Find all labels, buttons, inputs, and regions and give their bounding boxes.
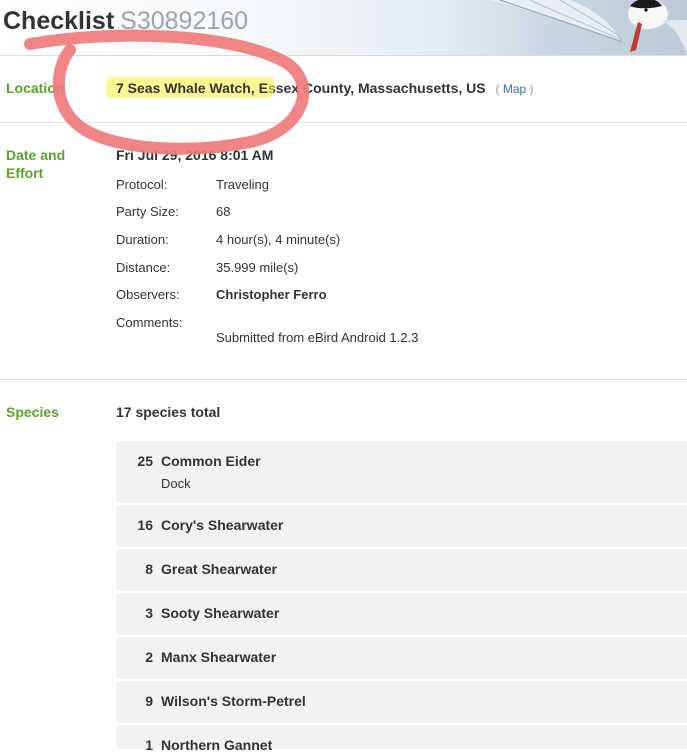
map-link[interactable]: Map xyxy=(503,82,526,96)
title-word: Checklist xyxy=(3,7,115,35)
effort-row-protocol: Protocol: Traveling xyxy=(116,177,269,192)
location-name-rest: ssex County, Massachusetts, US xyxy=(267,80,486,96)
species-name[interactable]: Wilson's Storm-Petrel xyxy=(161,693,306,709)
species-label: Species xyxy=(6,404,59,420)
species-name[interactable]: Common Eider xyxy=(161,453,261,469)
species-row[interactable]: 8 Great Shearwater xyxy=(116,549,687,591)
species-row[interactable]: 9 Wilson's Storm-Petrel xyxy=(116,681,687,723)
section-divider xyxy=(0,122,687,123)
species-name[interactable]: Manx Shearwater xyxy=(161,649,276,665)
location-label: Location xyxy=(6,80,65,96)
section-divider xyxy=(0,379,687,380)
effort-row-duration: Duration: 4 hour(s), 4 minute(s) xyxy=(116,232,341,247)
species-name[interactable]: Northern Gannet xyxy=(161,737,272,753)
species-name[interactable]: Sooty Shearwater xyxy=(161,605,279,621)
species-note: Dock xyxy=(161,476,191,491)
species-total: 17 species total xyxy=(116,404,221,420)
observer-name[interactable]: Christopher Ferro xyxy=(216,287,327,302)
effort-row-observers: Observers: Christopher Ferro xyxy=(116,287,327,302)
species-row[interactable]: 2 Manx Shearwater xyxy=(116,637,687,679)
date-effort-label: Date and Effort xyxy=(6,147,66,181)
species-name[interactable]: Great Shearwater xyxy=(161,561,277,577)
page-title: Checklist S30892160 xyxy=(3,6,248,36)
species-row[interactable]: 3 Sooty Shearwater xyxy=(116,593,687,635)
checklist-datetime: Fri Jul 29, 2016 8:01 AM xyxy=(116,147,274,163)
tern-bird-icon xyxy=(490,0,687,55)
page-header: Checklist S30892160 xyxy=(0,0,687,56)
effort-row-comments: Comments: xyxy=(116,315,183,330)
species-name[interactable]: Cory's Shearwater xyxy=(161,517,283,533)
location-line: 7 Seas Whale Watch, Essex County, Massac… xyxy=(104,77,534,98)
species-row[interactable]: 25 Common Eider Dock xyxy=(116,441,687,503)
species-row[interactable]: 16 Cory's Shearwater xyxy=(116,505,687,547)
species-row[interactable]: 1 Northern Gannet xyxy=(116,725,687,753)
comments-text: Submitted from eBird Android 1.2.3 xyxy=(216,330,419,345)
location-name-highlighted: 7 Seas Whale Watch, E xyxy=(116,80,268,96)
map-link-wrapper: ( Map ) xyxy=(495,82,534,96)
effort-row-party-size: Party Size: 68 xyxy=(116,204,231,219)
effort-row-distance: Distance: 35.999 mile(s) xyxy=(116,260,299,275)
checklist-id: S30892160 xyxy=(120,7,249,35)
